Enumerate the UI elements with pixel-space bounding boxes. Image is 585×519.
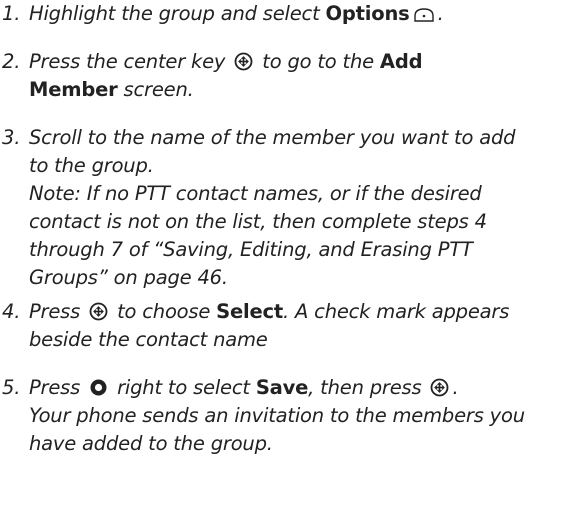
step-line: beside the contact name — [29, 328, 268, 351]
text-span: screen. — [117, 78, 194, 101]
step-number: 1. — [2, 2, 21, 25]
text-span: Press the center key — [29, 50, 232, 73]
text-span: right to select — [111, 376, 256, 399]
text-span: to go to the — [256, 50, 380, 73]
step-text: Press the center key to go to the Add Me… — [29, 48, 585, 104]
save-label: Save — [255, 376, 309, 399]
text-span: Press — [29, 376, 87, 399]
step-line: have added to the group. — [29, 432, 273, 455]
step-number: 4. — [2, 300, 21, 323]
options-label: Options — [325, 2, 410, 25]
text-span: , then press — [308, 376, 428, 399]
center-key-icon — [89, 302, 108, 321]
step-line: Scroll to the name of the member you wan… — [29, 126, 516, 149]
add-member-label-part1: Add — [379, 50, 423, 73]
step-line: Press right to select Save, then press . — [29, 374, 585, 402]
step-line: Press to choose Select. A check mark app… — [29, 298, 585, 326]
note-line: Note: If no PTT contact names, or if the… — [29, 182, 482, 205]
step-text: Highlight the group and select Options. — [29, 0, 585, 28]
step-number: 5. — [2, 376, 21, 399]
softkey-right-icon — [413, 7, 435, 23]
nav-key-icon — [89, 378, 108, 397]
step-text: Press to choose Select. A check mark app… — [29, 298, 585, 354]
step-line: Press the center key to go to the Add — [29, 48, 585, 76]
note-line: contact is not on the list, then complet… — [29, 210, 487, 233]
step-text: Scroll to the name of the member you wan… — [29, 124, 585, 292]
step-text: Press right to select Save, then press .… — [29, 374, 585, 458]
add-member-label-part2: Member — [29, 78, 118, 101]
step-line: to the group. — [29, 154, 154, 177]
step-number: 2. — [2, 50, 21, 73]
note-line: Groups” on page 46. — [29, 266, 228, 289]
text-span: . — [437, 2, 444, 25]
center-key-icon — [234, 52, 253, 71]
note-line: through 7 of “Saving, Editing, and Erasi… — [29, 238, 473, 261]
text-span: to choose — [111, 300, 217, 323]
step-line: Your phone sends an invitation to the me… — [29, 404, 525, 427]
center-key-icon — [430, 378, 449, 397]
text-span: Highlight the group and select — [29, 2, 326, 25]
step-number: 3. — [2, 126, 21, 149]
select-label: Select — [216, 300, 284, 323]
text-span: . — [452, 376, 459, 399]
text-span: Press — [29, 300, 87, 323]
step-line: Highlight the group and select Options. — [29, 0, 585, 28]
step-line: Member screen. — [29, 76, 585, 104]
text-span: . A check mark appears — [283, 300, 510, 323]
